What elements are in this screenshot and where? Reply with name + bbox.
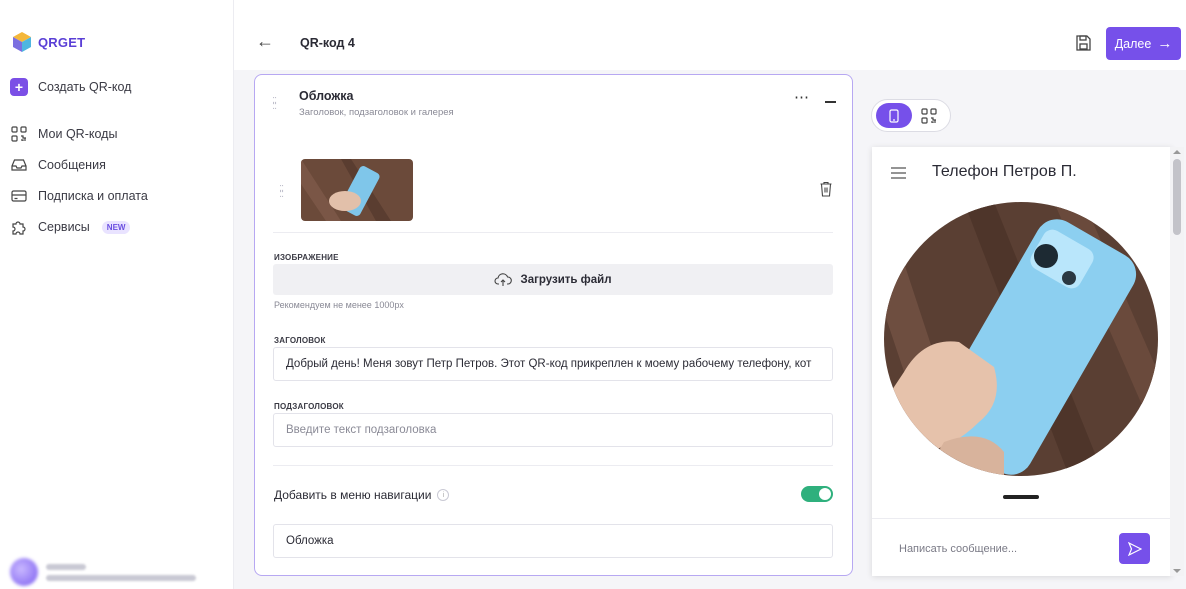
heading-field-label: ЗАГОЛОВОК <box>274 336 326 345</box>
sidebar-item-label: Создать QR-код <box>38 80 132 94</box>
new-badge: NEW <box>101 220 131 234</box>
logo[interactable]: QRGET <box>10 30 85 54</box>
avatar <box>10 558 38 586</box>
divider <box>273 465 833 466</box>
device-switch <box>871 99 951 132</box>
scroll-thumb[interactable] <box>1173 159 1181 235</box>
sidebar-item-label: Сообщения <box>38 158 106 172</box>
inbox-icon <box>11 159 27 171</box>
nav-menu-toggle-row: Добавить в меню навигации i <box>274 488 450 502</box>
qr-code-icon <box>921 108 937 124</box>
sidebar-item-create-qr[interactable]: + Создать QR-код <box>10 77 131 97</box>
save-icon[interactable] <box>1074 34 1092 52</box>
logo-mark-icon <box>13 32 31 52</box>
slider-indicator <box>1003 495 1039 499</box>
sidebar: QRGET + Создать QR-код Мои QR-коды Сообщ… <box>0 0 234 589</box>
section-title: Обложка <box>299 89 354 103</box>
heading-input[interactable]: Добрый день! Меня зовут Петр Петров. Это… <box>273 347 833 381</box>
nav-menu-toggle-label: Добавить в меню навигации <box>274 488 432 502</box>
back-arrow-icon[interactable]: ← <box>256 32 274 50</box>
topbar: ← QR-код 4 Далее → <box>234 0 1186 70</box>
mobile-preview-button[interactable] <box>876 103 912 128</box>
sidebar-item-my-qr[interactable]: Мои QR-коды <box>10 124 117 144</box>
subheading-input[interactable]: Введите текст подзаголовка <box>273 413 833 447</box>
collapse-icon[interactable] <box>825 101 836 103</box>
next-button[interactable]: Далее → <box>1106 27 1181 60</box>
gallery-thumbnail[interactable] <box>301 159 413 221</box>
scroll-up-icon[interactable] <box>1173 150 1181 154</box>
sidebar-item-label: Мои QR-коды <box>38 127 118 141</box>
arrow-right-icon: → <box>1157 35 1173 52</box>
qr-preview-button[interactable] <box>918 105 940 127</box>
send-icon <box>1127 541 1142 556</box>
sidebar-item-services[interactable]: Сервисы NEW <box>10 217 131 237</box>
image-drag-handle-icon[interactable]: :::: <box>279 183 284 200</box>
preview-title: Телефон Петров П. <box>932 163 1077 180</box>
more-options-icon[interactable]: ⋯ <box>794 90 810 105</box>
upload-hint: Рекомендуем не менее 1000px <box>274 300 404 310</box>
cover-photo <box>884 202 1158 476</box>
sidebar-item-billing[interactable]: Подписка и оплата <box>10 186 148 206</box>
page-title: QR-код 4 <box>300 36 355 50</box>
image-field-label: ИЗОБРАЖЕНИЕ <box>274 253 339 262</box>
phone-icon <box>889 108 899 123</box>
cloud-upload-icon <box>495 272 513 286</box>
brand-name: QRGET <box>38 34 86 50</box>
send-button[interactable] <box>1119 533 1150 564</box>
hamburger-menu-icon[interactable] <box>891 167 906 179</box>
qr-grid-icon <box>11 126 27 142</box>
divider <box>273 232 833 233</box>
nav-menu-toggle[interactable] <box>801 486 833 502</box>
nav-item-name-input[interactable]: Обложка <box>273 524 833 558</box>
upload-file-button[interactable]: Загрузить файл <box>273 264 833 295</box>
subheading-field-label: ПОДЗАГОЛОВОК <box>274 402 344 411</box>
trash-icon[interactable] <box>819 181 833 197</box>
sidebar-item-messages[interactable]: Сообщения <box>10 155 106 175</box>
sidebar-item-label: Подписка и оплата <box>38 189 148 203</box>
card-icon <box>11 190 27 202</box>
message-bar: Написать сообщение... <box>872 518 1172 576</box>
info-icon[interactable]: i <box>437 489 450 501</box>
cover-section-card: :::: Обложка Заголовок, подзаголовок и г… <box>254 74 853 576</box>
next-button-label: Далее <box>1114 36 1152 51</box>
message-input[interactable]: Написать сообщение... <box>899 543 1017 555</box>
user-info-blurred <box>46 563 196 581</box>
plus-square-icon: + <box>10 78 28 96</box>
drag-handle-icon[interactable]: :::: <box>272 95 277 112</box>
upload-file-label: Загрузить файл <box>520 273 612 286</box>
sidebar-item-label: Сервисы <box>38 220 90 234</box>
scroll-down-icon[interactable] <box>1173 569 1181 573</box>
puzzle-icon <box>12 221 26 235</box>
user-profile[interactable] <box>10 558 196 586</box>
preview-scrollbar[interactable] <box>1170 147 1184 576</box>
section-subtitle: Заголовок, подзаголовок и галерея <box>299 107 454 118</box>
mobile-preview: Телефон Петров П. Написать сообщение... <box>872 147 1172 576</box>
